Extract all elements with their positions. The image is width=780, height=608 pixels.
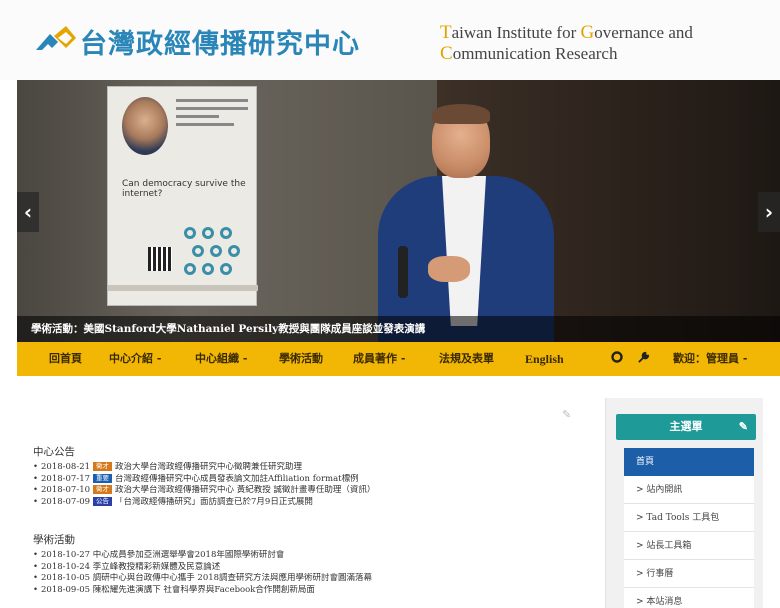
site-header: 台灣政經傳播研究中心 Taiwan Institute for Governan… [0,0,780,80]
title-text-part: overnance and [594,23,693,42]
bullet-icon: • [33,561,39,572]
nav-circle-button[interactable] [611,342,623,376]
title-capital-letter: G [580,22,595,43]
category-badge: 徵才 [93,485,113,494]
sidebar-item[interactable]: > 站長工具箱 [624,532,754,560]
list-item: • 2018-10-05 調研中心與台政傳中心攜手 2018調查研究方法與應用學術… [33,573,593,585]
list-item: • 2018-07-09 公告 「台灣政經傳播研究」面訪調查已於7月9日正式展開 [33,496,593,509]
bullet-icon: • [33,550,39,560]
news-date: 2018-09-05 [41,584,91,595]
chevron-left-icon: ‹ [23,200,33,224]
bullet-icon: • [33,462,39,472]
nav-user-menu[interactable]: 歡迎：管理員 - [673,342,747,376]
nav-item-about[interactable]: 中心介紹 - [109,342,161,376]
news-link[interactable]: 調研中心與台政傳中心攜手 2018調查研究方法與應用學術研討會圓滿落幕 [93,573,372,583]
sidebar-item[interactable]: 首頁 [624,448,754,476]
sidebar-item[interactable]: > Tad Tools 工具包 [624,504,754,532]
nav-wrench-button[interactable] [637,342,650,376]
news-link[interactable]: 李立峰教授精彩新媒體及民意論述 [93,562,221,572]
image-slider[interactable]: Can democracy survive the internet? ‹ › … [17,80,780,342]
list-item: • 2018-09-05 陳松耀先進演講下 社會科學界與Facebook合作開創新… [33,585,593,597]
site-title-chinese[interactable]: 台灣政經傳播研究中心 [80,22,360,61]
list-item: • 2018-07-10 徵才 政治大學台灣政經傳播研究中心 黃紀教授 誠徵計畫專任助… [33,485,593,497]
sidebar-item[interactable]: > 本站消息 [624,588,754,608]
poster-question: Can democracy survive the internet? [122,179,246,199]
nav-item-activities[interactable]: 學術活動 [279,342,323,376]
list-item: • 2018-08-21 徵才 政治大學台灣政經傳播研究中心徵聘兼任研究助理 [33,462,593,474]
list-item: • 2018-10-24 李立峰教授精彩新媒體及民意論述 [33,562,593,574]
sidebar: 主選單 ✎ 首頁 > 站內開訊 > Tad Tools 工具包 > 站長工具箱 > 行事… [605,398,763,608]
news-date: 2018-10-05 [41,573,91,583]
activities-title: 學術活動 [33,534,75,546]
poster-portrait [122,97,168,155]
news-date: 2018-10-27 [41,550,91,560]
news-date: 2018-10-24 [41,561,91,572]
news-date: 2018-07-17 [41,473,91,484]
sidebar-menu: 首頁 > 站內開訊 > Tad Tools 工具包 > 站長工具箱 > 行事曆 > 本站消… [624,448,754,608]
speaker-photo [362,104,562,342]
bullet-icon: • [33,473,39,484]
site-title-english-line2: Communication Research [440,43,693,64]
poster-title-lines [176,99,248,131]
circle-icon [611,351,623,363]
activities-list: • 2018-10-27 中心成員參加亞洲選舉學會2018年國際學術研討會 • 201… [33,550,593,596]
bullet-icon: • [33,496,39,507]
bullet-icon: • [33,485,39,495]
announcements-list: • 2018-08-21 徵才 政治大學台灣政經傳播研究中心徵聘兼任研究助理 • 2018… [33,462,593,508]
title-text-part: aiwan Institute for [451,23,581,42]
logo-icon [36,26,76,50]
slider-prev-button[interactable]: ‹ [17,192,39,232]
slider-next-button[interactable]: › [758,192,780,232]
nav-item-regulations[interactable]: 法規及表單 [439,342,494,376]
poster-footer [108,285,258,291]
sidebar-header: 主選單 ✎ [616,414,756,440]
bullet-icon: • [33,584,39,595]
nav-item-organization[interactable]: 中心組織 - [195,342,247,376]
news-link[interactable]: 台灣政經傳播研究中心成員發表論文加註Affiliation format標例 [115,474,359,484]
wrench-icon [638,351,650,363]
poster-graphic [184,227,248,287]
title-text-part: ommunication Research [452,44,618,63]
sidebar-item[interactable]: > 站內開訊 [624,476,754,504]
news-date: 2018-08-21 [41,462,91,472]
sidebar-item[interactable]: > 行事曆 [624,560,754,588]
main-content: ✎ 中心公告 • 2018-08-21 徵才 政治大學台灣政經傳播研究中心徵聘兼任研究… [17,376,607,608]
bullet-icon: • [33,573,39,583]
nav-item-publications[interactable]: 成員著作 - [353,342,405,376]
main-navigation: 回首頁 中心介紹 - 中心組織 - 學術活動 成員著作 - 法規及表單 Engl… [17,342,780,376]
title-capital-letter: C [440,43,453,64]
title-capital-letter: T [440,22,452,43]
news-link[interactable]: 中心成員參加亞洲選舉學會2018年國際學術研討會 [93,550,285,560]
news-date: 2018-07-09 [41,496,91,507]
sidebar-title: 主選單 [669,420,703,433]
slide-caption[interactable]: 學術活動：美國Stanford大學Nathaniel Persily教授與團隊成… [17,316,780,342]
announcements-title: 中心公告 [33,446,75,458]
news-link[interactable]: 「台灣政經傳播研究」面訪調查已於7月9日正式展開 [115,497,313,507]
news-link[interactable]: 陳松耀先進演講下 社會科學界與Facebook合作開創新局面 [93,585,315,595]
wrench-icon[interactable]: ✎ [562,408,571,421]
site-title-english-line1: Taiwan Institute for Governance and [440,22,693,43]
news-link[interactable]: 政治大學台灣政經傳播研究中心 黃紀教授 誠徵計畫專任助理（資訊） [115,485,375,495]
category-badge: 徵才 [93,462,113,471]
news-link[interactable]: 政治大學台灣政經傳播研究中心徵聘兼任研究助理 [115,462,302,472]
category-badge: 重要 [93,473,113,483]
slide-poster-image: Can democracy survive the internet? [107,86,258,306]
wrench-icon[interactable]: ✎ [739,414,748,440]
news-date: 2018-07-10 [41,485,91,495]
poster-qr-code [148,247,172,271]
site-title-english[interactable]: Taiwan Institute for Governance and Comm… [440,22,693,64]
list-item: • 2018-07-17 重要 台灣政經傳播研究中心成員發表論文加註Affiliati… [33,473,593,486]
category-badge: 公告 [93,496,113,506]
chevron-right-icon: › [764,200,774,224]
list-item: • 2018-10-27 中心成員參加亞洲選舉學會2018年國際學術研討會 [33,550,593,562]
nav-item-english[interactable]: English [525,342,564,376]
nav-item-home[interactable]: 回首頁 [49,342,82,376]
